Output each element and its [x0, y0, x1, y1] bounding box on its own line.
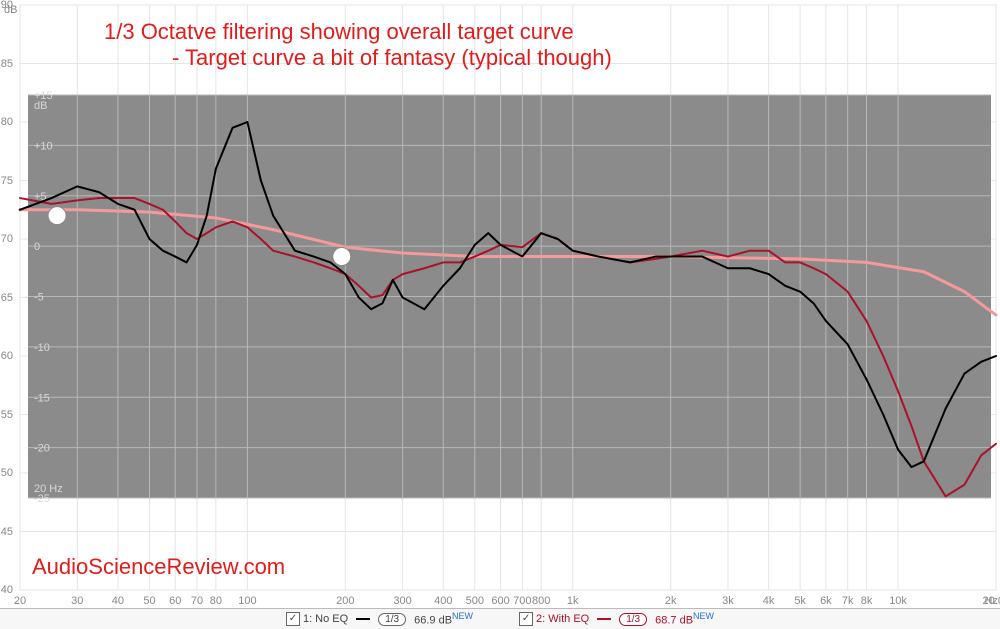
smoothing-pill-1[interactable]: 1/3	[378, 613, 406, 626]
legend-bar: ✓ 1: No EQ 1/3 66.9 dBNEW ✓ 2: With EQ 1…	[0, 608, 1000, 629]
checkbox-icon[interactable]: ✓	[286, 612, 300, 626]
frequency-response-chart: -25-20-15-10-50+5+10+15dB20 Hz	[0, 0, 1000, 629]
svg-text:+10: +10	[34, 140, 53, 152]
legend-item-2[interactable]: ✓ 2: With EQ	[519, 612, 589, 626]
smoothing-pill-2[interactable]: 1/3	[619, 613, 647, 626]
legend-level-1: 66.9 dBNEW	[414, 611, 473, 627]
checkbox-icon[interactable]: ✓	[519, 612, 533, 626]
svg-text:-15: -15	[34, 392, 50, 404]
svg-text:dB: dB	[34, 100, 47, 112]
svg-text:20 Hz: 20 Hz	[34, 483, 63, 495]
annotation-line1: 1/3 Octatve filtering showing overall ta…	[104, 19, 574, 45]
svg-text:-20: -20	[34, 443, 50, 455]
legend-item-1[interactable]: ✓ 1: No EQ	[286, 612, 348, 626]
annotation-line2: - Target curve a bit of fantasy (typical…	[172, 45, 612, 71]
svg-text:-5: -5	[34, 292, 44, 304]
legend-item-1-label: 1: No EQ	[303, 613, 348, 625]
watermark: AudioScienceReview.com	[32, 554, 285, 580]
legend-item-2-label: 2: With EQ	[536, 613, 589, 625]
svg-text:0: 0	[34, 241, 40, 253]
legend-level-2: 68.7 dBNEW	[655, 611, 714, 627]
legend-swatch-2	[597, 618, 611, 620]
svg-text:-10: -10	[34, 342, 50, 354]
legend-swatch-1	[356, 618, 370, 620]
